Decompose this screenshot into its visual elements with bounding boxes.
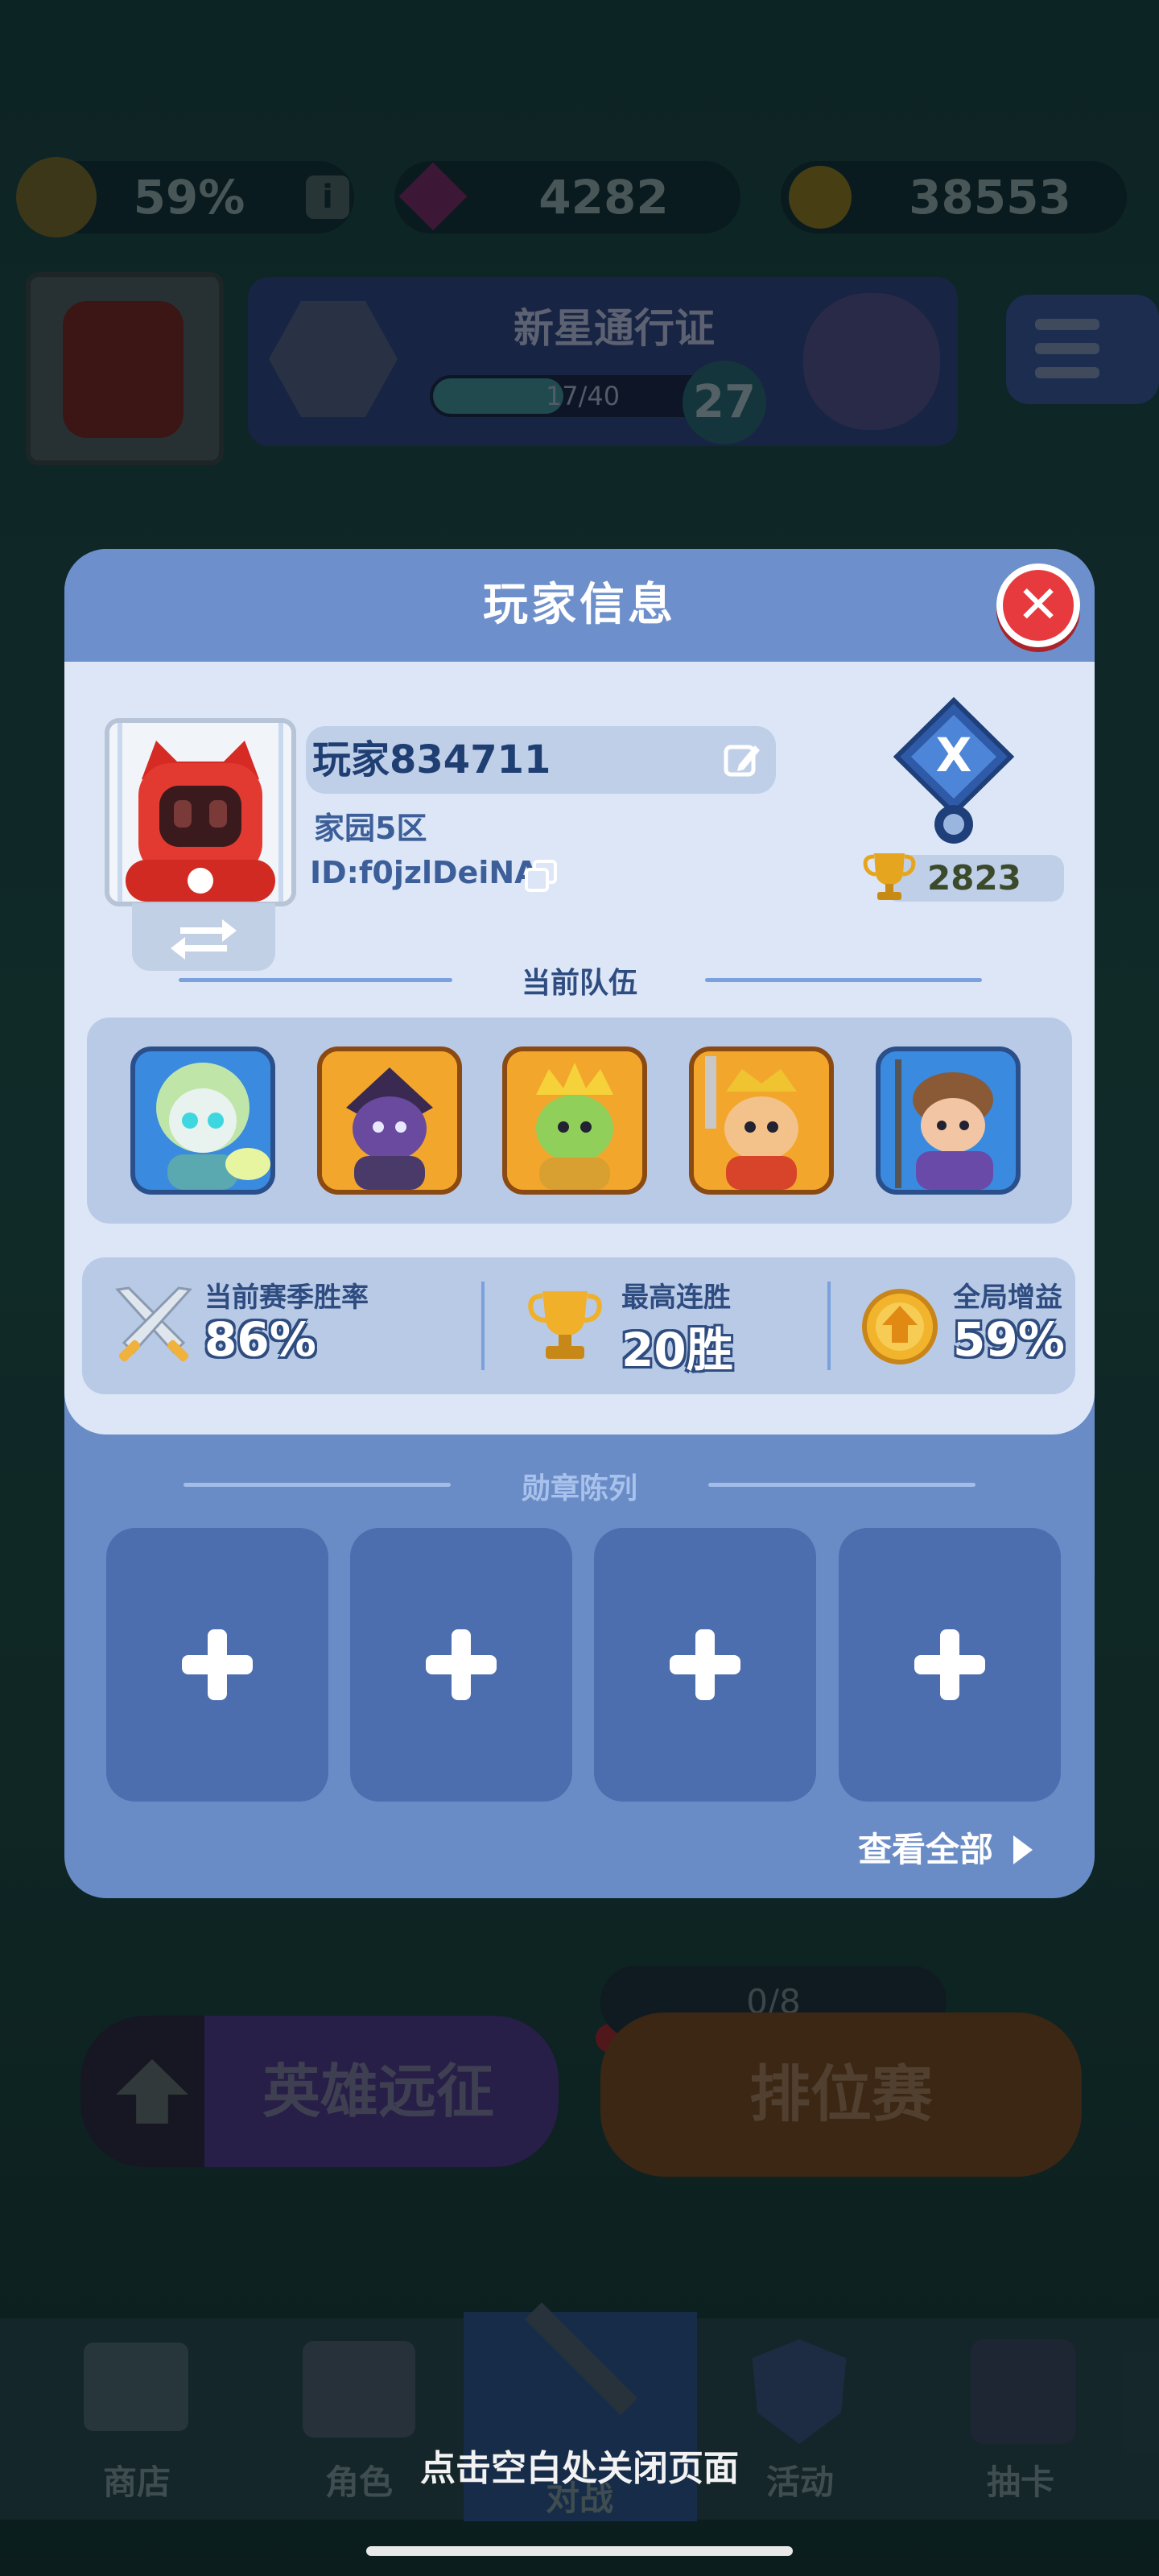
trophy-cup-icon bbox=[525, 1285, 605, 1365]
team-divider-left bbox=[179, 978, 452, 982]
team-divider-right bbox=[705, 978, 982, 982]
player-id: ID:f0jzlDeiNA bbox=[310, 855, 538, 890]
global-boost-icon bbox=[858, 1288, 942, 1365]
team-panel bbox=[87, 1018, 1072, 1224]
avatar-robot-icon bbox=[109, 723, 291, 902]
rank-letter: X bbox=[935, 728, 972, 782]
player-info-panel: 玩家834711 家园5区 ID:f0jzlDeiNA X 2823 当前队伍 … bbox=[64, 662, 1095, 1435]
stats-panel: 当前赛季胜率 86% 最高连胜 20胜 全局增益 59% bbox=[82, 1257, 1075, 1394]
best-streak-value: 20胜 bbox=[621, 1323, 733, 1377]
hero-portrait-spear-warrior-icon bbox=[881, 1051, 1016, 1190]
add-medal-icon-stem bbox=[695, 1629, 715, 1700]
trophy-count: 2823 bbox=[927, 858, 1021, 898]
hero-portrait-green-king-icon bbox=[507, 1051, 642, 1190]
player-info-modal: 玩家信息 ✕ 玩家834711 家园5区 ID:f0jzlDeiNA X 282… bbox=[64, 549, 1095, 1898]
play-arrow-icon bbox=[1013, 1835, 1033, 1864]
close-hint-text[interactable]: 点击空白处关闭页面 bbox=[0, 2439, 1159, 2491]
home-indicator[interactable] bbox=[366, 2546, 793, 2556]
win-rate-label: 当前赛季胜率 bbox=[204, 1282, 369, 1314]
hero-portrait-dark-knight-icon bbox=[322, 1051, 457, 1190]
medal-divider-left bbox=[184, 1483, 451, 1487]
rank-badge-icon[interactable]: X bbox=[893, 696, 1015, 850]
copy-id-icon[interactable] bbox=[523, 858, 559, 894]
team-title: 当前队伍 bbox=[521, 967, 637, 1000]
player-avatar[interactable] bbox=[105, 718, 296, 906]
hero-portrait-green-mage-icon bbox=[135, 1051, 270, 1190]
medal-title: 勋章陈列 bbox=[521, 1472, 637, 1505]
hero-slot-1[interactable] bbox=[130, 1046, 275, 1195]
medal-slot-4[interactable] bbox=[839, 1528, 1061, 1802]
view-all-link[interactable]: 查看全部 bbox=[858, 1823, 1033, 1872]
hero-portrait-monkey-king-icon bbox=[694, 1051, 829, 1190]
swap-avatar-button[interactable] bbox=[132, 903, 275, 971]
modal-title: 玩家信息 bbox=[483, 579, 676, 631]
swap-arrows-icon bbox=[171, 919, 237, 960]
global-boost-label: 全局增益 bbox=[953, 1282, 1062, 1314]
hero-slot-3[interactable] bbox=[502, 1046, 647, 1195]
medal-divider-right bbox=[708, 1483, 975, 1487]
stats-divider-1 bbox=[481, 1282, 485, 1370]
hero-slot-5[interactable] bbox=[876, 1046, 1021, 1195]
trophy-icon bbox=[861, 847, 918, 903]
stats-divider-2 bbox=[827, 1282, 831, 1370]
crossed-swords-icon bbox=[109, 1282, 198, 1370]
medal-slot-2[interactable] bbox=[350, 1528, 572, 1802]
view-all-label: 查看全部 bbox=[858, 1830, 994, 1869]
win-rate-value: 86% bbox=[204, 1312, 316, 1367]
hero-slot-4[interactable] bbox=[689, 1046, 834, 1195]
edit-name-icon[interactable] bbox=[723, 741, 761, 779]
close-icon: ✕ bbox=[1017, 576, 1060, 635]
add-medal-icon-stem bbox=[452, 1629, 471, 1700]
add-medal-icon-stem bbox=[940, 1629, 959, 1700]
close-button[interactable]: ✕ bbox=[996, 564, 1080, 647]
player-zone: 家园5区 bbox=[314, 811, 427, 846]
player-name: 玩家834711 bbox=[312, 737, 551, 782]
add-medal-icon-stem bbox=[208, 1629, 227, 1700]
hero-slot-2[interactable] bbox=[317, 1046, 462, 1195]
medal-slot-3[interactable] bbox=[594, 1528, 816, 1802]
best-streak-label: 最高连胜 bbox=[621, 1282, 731, 1314]
medal-slot-1[interactable] bbox=[106, 1528, 328, 1802]
global-boost-value: 59% bbox=[953, 1312, 1065, 1367]
